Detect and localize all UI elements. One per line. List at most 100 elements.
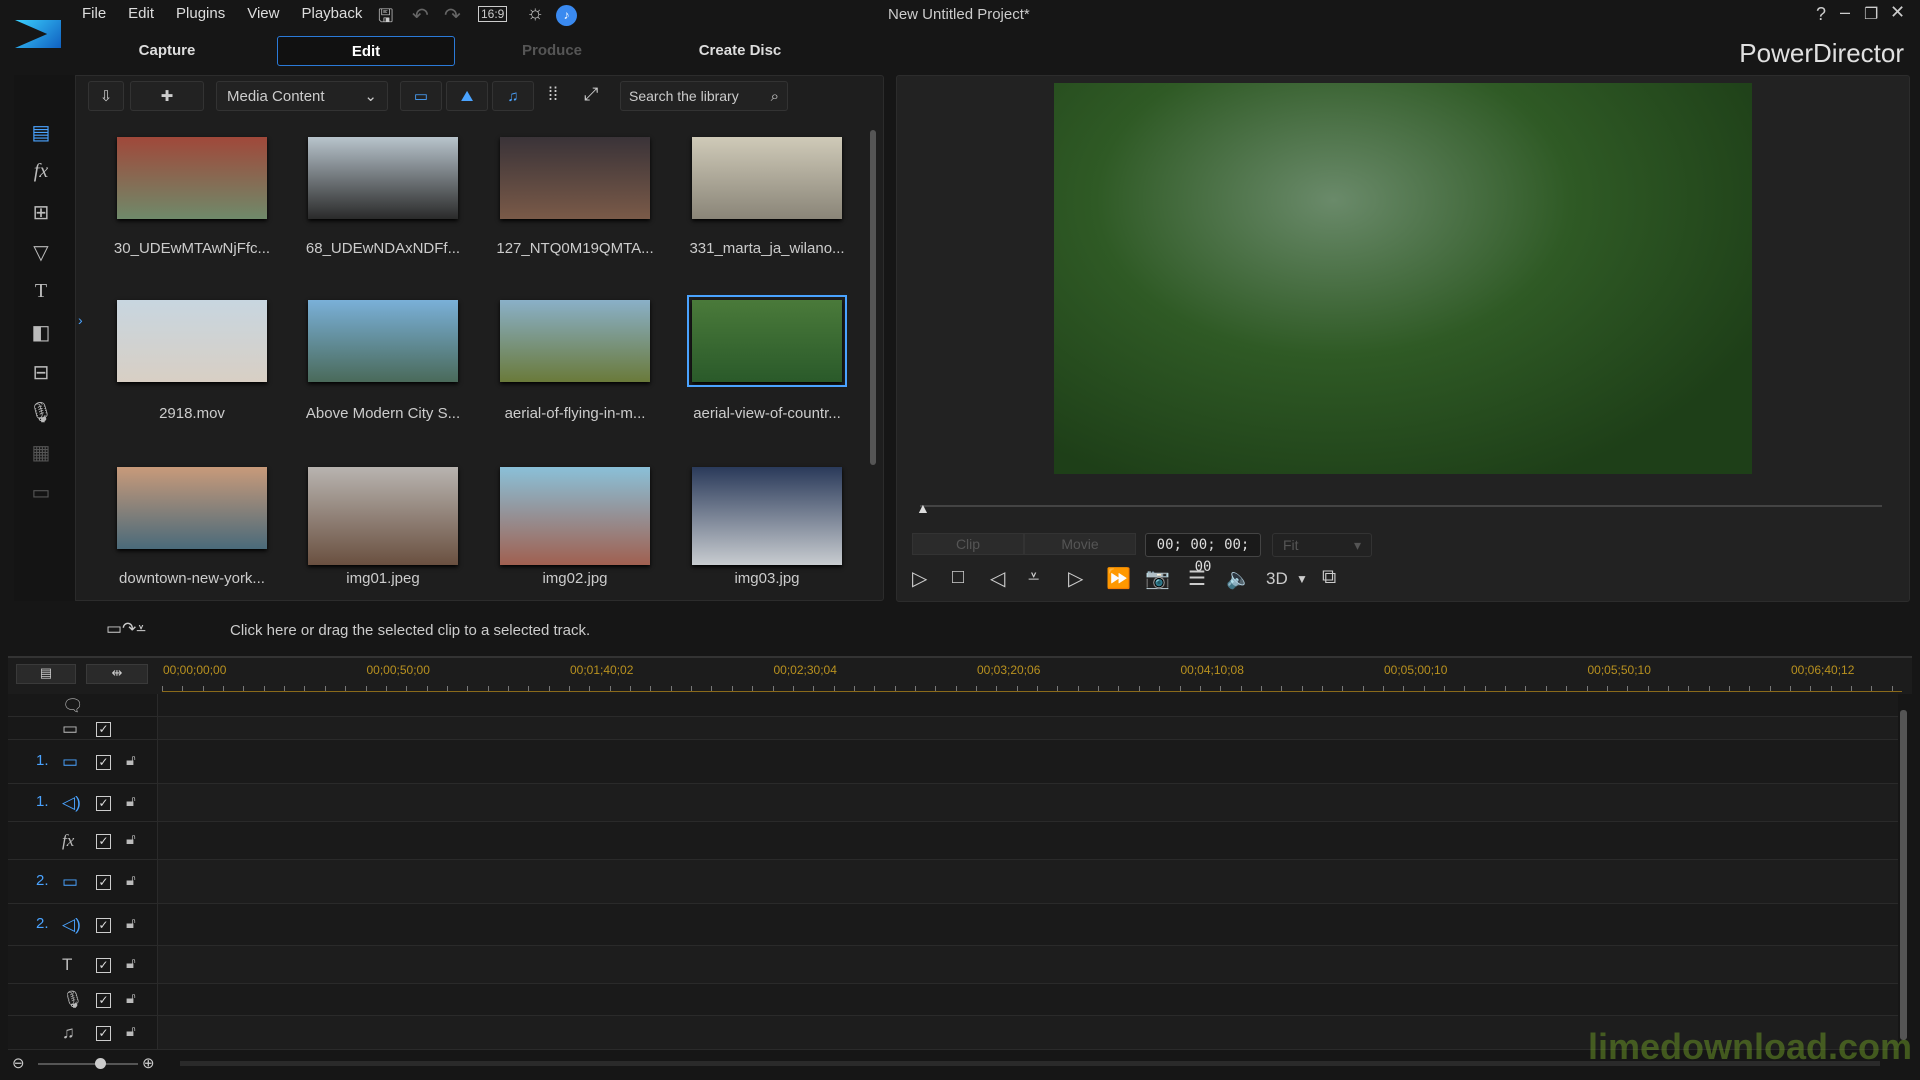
menu-playback[interactable]: Playback bbox=[301, 5, 362, 22]
timeline-track[interactable]: 1. ▭ ✓ 🔓︎ bbox=[8, 740, 1898, 784]
lock-icon[interactable]: 🔓︎ bbox=[126, 831, 136, 848]
minimize-icon[interactable]: – bbox=[1840, 2, 1850, 23]
media-thumbnail[interactable] bbox=[500, 300, 650, 382]
stop-icon[interactable]: □ bbox=[952, 566, 964, 589]
play-icon[interactable]: ▷ bbox=[912, 566, 927, 591]
snapshot-icon[interactable]: 📷 bbox=[1145, 566, 1170, 591]
track-enable-checkbox[interactable]: ✓ bbox=[96, 834, 111, 849]
pip-room-icon[interactable]: ⊞ bbox=[26, 200, 56, 226]
lock-icon[interactable]: 🔓︎ bbox=[126, 990, 136, 1007]
save-icon[interactable]: 🖫 bbox=[378, 4, 393, 34]
media-thumbnail[interactable] bbox=[692, 137, 842, 219]
media-thumbnail[interactable] bbox=[117, 467, 267, 549]
timeline-track[interactable]: 🎙 ✓ 🔓︎ bbox=[8, 984, 1898, 1016]
track-enable-checkbox[interactable]: ✓ bbox=[96, 1026, 111, 1041]
timeline-track[interactable]: 2. ▭ ✓ 🔓︎ bbox=[8, 860, 1898, 904]
grid-view-icon[interactable]: ⁞⁞ bbox=[548, 84, 558, 105]
track-enable-checkbox[interactable]: ✓ bbox=[96, 993, 111, 1008]
media-thumbnail[interactable] bbox=[308, 300, 458, 382]
notification-icon[interactable]: ♪ bbox=[556, 5, 577, 26]
zoom-slider[interactable] bbox=[38, 1063, 138, 1065]
filter-audio-button[interactable]: ♫ bbox=[492, 81, 534, 111]
undock-preview-icon[interactable]: ⧉ bbox=[1322, 566, 1336, 589]
zoom-slider-handle[interactable] bbox=[95, 1058, 106, 1069]
lock-icon[interactable]: 🔓︎ bbox=[126, 955, 136, 972]
3d-dropdown-icon[interactable]: ▼ bbox=[1296, 572, 1308, 586]
fast-forward-icon[interactable]: ⏩ bbox=[1106, 566, 1131, 591]
menu-edit[interactable]: Edit bbox=[128, 5, 154, 22]
menu-file[interactable]: File bbox=[82, 5, 106, 22]
next-frame-icon[interactable]: ▷ bbox=[1068, 566, 1083, 591]
fit-timeline-button[interactable]: ⇹ bbox=[86, 664, 148, 684]
movie-mode-button[interactable]: Movie bbox=[1024, 533, 1136, 555]
split-icon[interactable]: ⩡ bbox=[1028, 566, 1039, 589]
filter-image-button[interactable]: ⛰ bbox=[446, 81, 488, 111]
menu-view[interactable]: View bbox=[247, 5, 279, 22]
media-content-dropdown[interactable]: Media Content ⌄ bbox=[216, 81, 388, 111]
timeline-message[interactable]: Click here or drag the selected clip to … bbox=[230, 622, 590, 639]
menu-plugins[interactable]: Plugins bbox=[176, 5, 225, 22]
media-thumbnail[interactable] bbox=[692, 467, 842, 565]
import-media-button[interactable]: ⇩ bbox=[88, 81, 124, 111]
track-enable-checkbox[interactable]: ✓ bbox=[96, 796, 111, 811]
media-room-icon[interactable]: ▤ bbox=[26, 120, 56, 146]
media-thumbnail[interactable] bbox=[687, 295, 847, 387]
plugins-button[interactable]: ✚ bbox=[130, 81, 204, 111]
timeline-track[interactable]: 🗨 bbox=[8, 694, 1898, 717]
redo-icon[interactable]: ↷ bbox=[444, 3, 461, 28]
library-scrollbar[interactable] bbox=[870, 130, 876, 465]
audio-mixing-room-icon[interactable]: ⊟ bbox=[26, 360, 56, 386]
track-view-button[interactable]: ▤ bbox=[16, 664, 76, 684]
track-enable-checkbox[interactable]: ✓ bbox=[96, 755, 111, 770]
library-search-input[interactable]: Search the library ⌕ bbox=[620, 81, 788, 111]
media-thumbnail[interactable] bbox=[117, 300, 267, 382]
filter-video-button[interactable]: ▭ bbox=[400, 81, 442, 111]
media-thumbnail[interactable] bbox=[308, 137, 458, 219]
media-thumbnail[interactable] bbox=[117, 137, 267, 219]
track-enable-checkbox[interactable]: ✓ bbox=[96, 958, 111, 973]
lock-icon[interactable]: 🔓︎ bbox=[126, 793, 136, 810]
lock-icon[interactable]: 🔓︎ bbox=[126, 1023, 136, 1040]
settings-icon[interactable]: ☼ bbox=[526, 2, 544, 25]
zoom-out-icon[interactable]: ⊖ bbox=[12, 1054, 25, 1072]
track-enable-checkbox[interactable]: ✓ bbox=[96, 918, 111, 933]
chapter-room-icon[interactable]: ▦ bbox=[26, 440, 56, 466]
lock-icon[interactable]: 🔓︎ bbox=[126, 752, 136, 769]
timeline-vertical-scrollbar[interactable] bbox=[1900, 710, 1907, 1040]
timeline-track[interactable]: ▭ ✓ bbox=[8, 717, 1898, 740]
title-room-icon[interactable]: T bbox=[26, 280, 56, 306]
tab-create-disc[interactable]: Create Disc bbox=[670, 36, 810, 66]
tab-edit[interactable]: Edit bbox=[277, 36, 455, 66]
scrubber-track[interactable] bbox=[920, 505, 1882, 507]
fullscreen-library-icon[interactable]: ⤢ bbox=[584, 84, 598, 105]
restore-icon[interactable]: ❐ bbox=[1864, 4, 1878, 24]
media-thumbnail[interactable] bbox=[500, 137, 650, 219]
timecode-display[interactable]: 00; 00; 00; 00 bbox=[1145, 533, 1261, 575]
fit-zoom-dropdown[interactable]: Fit ▾ bbox=[1272, 533, 1372, 557]
timeline-mode-icon[interactable]: ▭↷⩡ bbox=[106, 619, 146, 639]
tab-capture[interactable]: Capture bbox=[100, 36, 234, 66]
lock-icon[interactable]: 🔓︎ bbox=[126, 915, 136, 932]
particle-room-icon[interactable]: ▽ bbox=[26, 240, 56, 266]
track-enable-checkbox[interactable]: ✓ bbox=[96, 721, 111, 737]
scrubber-handle[interactable]: ▲ bbox=[916, 500, 930, 516]
timeline-track[interactable]: fx ✓ 🔓︎ bbox=[8, 822, 1898, 860]
search-icon[interactable]: ⌕ bbox=[771, 88, 779, 105]
undo-icon[interactable]: ↶ bbox=[412, 3, 429, 28]
expand-panel-icon[interactable]: › bbox=[78, 312, 83, 328]
zoom-in-icon[interactable]: ⊕ bbox=[142, 1054, 155, 1072]
timeline-track[interactable]: T ✓ 🔓︎ bbox=[8, 946, 1898, 984]
fx-room-icon[interactable]: fx bbox=[26, 160, 56, 186]
transition-room-icon[interactable]: ◧ bbox=[26, 320, 56, 346]
timeline-track[interactable]: 2. ◁) ✓ 🔓︎ bbox=[8, 904, 1898, 946]
close-icon[interactable]: ✕ bbox=[1890, 2, 1905, 23]
tab-produce[interactable]: Produce bbox=[490, 36, 614, 66]
media-thumbnail[interactable] bbox=[308, 467, 458, 565]
media-thumbnail[interactable] bbox=[500, 467, 650, 565]
3d-mode-button[interactable]: 3D bbox=[1266, 569, 1288, 589]
timeline-track[interactable]: 1. ◁) ✓ 🔓︎ bbox=[8, 784, 1898, 822]
track-enable-checkbox[interactable]: ✓ bbox=[96, 875, 111, 890]
subtitles-icon[interactable]: ☰ bbox=[1188, 566, 1206, 591]
lock-icon[interactable]: 🔓︎ bbox=[126, 872, 136, 889]
clip-mode-button[interactable]: Clip bbox=[912, 533, 1024, 555]
